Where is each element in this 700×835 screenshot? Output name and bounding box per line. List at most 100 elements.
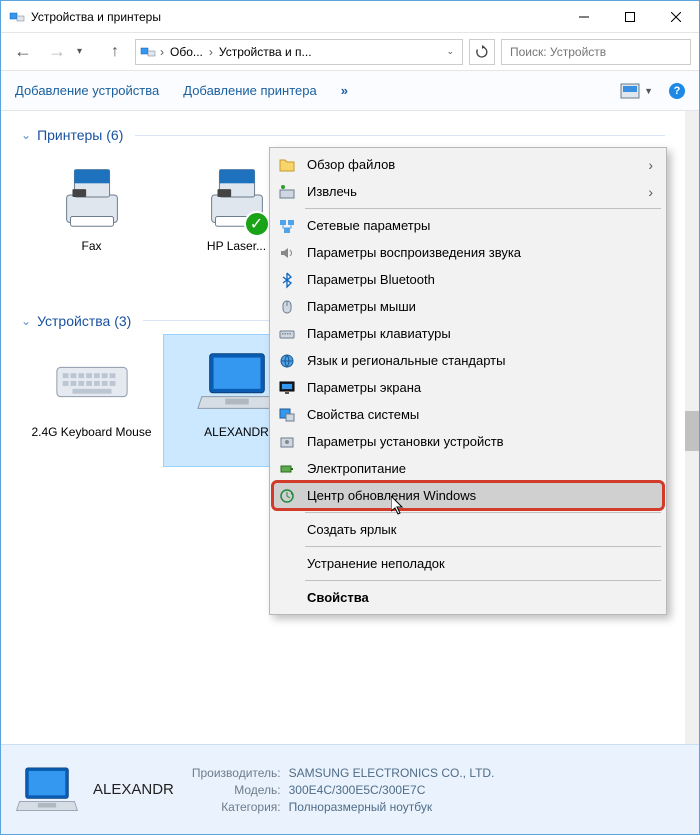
network-icon xyxy=(277,216,297,236)
context-menu-item[interactable]: Свойства xyxy=(273,584,663,611)
details-val-manufacturer: SAMSUNG ELECTRONICS CO., LTD. xyxy=(289,766,495,780)
vertical-scrollbar[interactable] xyxy=(685,111,699,744)
context-menu-item[interactable]: Извлечь › xyxy=(273,178,663,205)
context-menu-separator xyxy=(305,546,661,547)
folder-icon xyxy=(277,155,297,175)
context-menu-item-label: Параметры воспроизведения звука xyxy=(307,245,521,260)
context-menu-item[interactable]: Свойства системы xyxy=(273,401,663,428)
context-menu-item[interactable]: Язык и региональные стандарты xyxy=(273,347,663,374)
region-icon xyxy=(277,351,297,371)
blank-icon xyxy=(277,588,297,608)
keyboard-icon xyxy=(51,345,133,419)
context-menu-item-label: Параметры Bluetooth xyxy=(307,272,435,287)
context-menu-item[interactable]: Параметры экрана xyxy=(273,374,663,401)
nav-up-button[interactable]: ↑ xyxy=(101,38,129,66)
context-menu-item-label: Свойства xyxy=(307,590,369,605)
default-check-badge: ✓ xyxy=(244,211,270,237)
laptop-icon xyxy=(15,760,79,820)
breadcrumb-dropdown[interactable]: ⌄ xyxy=(442,46,458,57)
chevron-down-icon: ⌄ xyxy=(21,314,31,328)
submenu-arrow-icon: › xyxy=(648,184,653,200)
context-menu-item[interactable]: Создать ярлык xyxy=(273,516,663,543)
context-menu-item-label: Извлечь xyxy=(307,184,357,199)
group-title-devices: Устройства (3) xyxy=(37,313,131,329)
blank-icon xyxy=(277,520,297,540)
item-label: Fax xyxy=(81,239,101,255)
context-menu-item[interactable]: Параметры установки устройств xyxy=(273,428,663,455)
add-device-command[interactable]: Добавление устройства xyxy=(15,83,159,98)
context-menu-item[interactable]: Обзор файлов › xyxy=(273,151,663,178)
context-menu-item[interactable]: Параметры Bluetooth xyxy=(273,266,663,293)
context-menu-item-label: Электропитание xyxy=(307,461,406,476)
sound-icon xyxy=(277,243,297,263)
add-printer-command[interactable]: Добавление принтера xyxy=(183,83,316,98)
laptop-icon xyxy=(196,345,278,419)
details-pane: ALEXANDR Производитель: SAMSUNG ELECTRON… xyxy=(1,744,699,834)
minimize-button[interactable] xyxy=(561,1,607,32)
chevron-down-icon: ⌄ xyxy=(21,128,31,142)
titlebar: Устройства и принтеры xyxy=(1,1,699,33)
context-menu-item[interactable]: Параметры клавиатуры xyxy=(273,320,663,347)
window: Устройства и принтеры ← → ▾ ↑ › Обо... ›… xyxy=(0,0,700,835)
context-menu-item[interactable]: Сетевые параметры xyxy=(273,212,663,239)
context-menu-item-label: Устранение неполадок xyxy=(307,556,445,571)
details-name: ALEXANDR xyxy=(93,781,174,798)
printer-item-fax[interactable]: Fax xyxy=(19,149,164,287)
display-icon xyxy=(277,378,297,398)
context-menu-item-label: Параметры установки устройств xyxy=(307,434,504,449)
context-menu-item-label: Создать ярлык xyxy=(307,522,396,537)
context-menu-item[interactable]: Центр обновления Windows xyxy=(273,482,663,509)
details-key-manufacturer: Производитель: xyxy=(192,766,281,780)
blank-icon xyxy=(277,554,297,574)
keyboard-icon xyxy=(277,324,297,344)
context-menu-item-label: Параметры мыши xyxy=(307,299,416,314)
search-box[interactable] xyxy=(501,39,691,65)
window-title: Устройства и принтеры xyxy=(31,10,561,24)
breadcrumb-crumb-1[interactable]: Обо... xyxy=(168,45,205,59)
power-icon xyxy=(277,459,297,479)
device-setup-icon xyxy=(277,432,297,452)
maximize-button[interactable] xyxy=(607,1,653,32)
eject-icon xyxy=(277,182,297,202)
details-val-model: 300E4C/300E5C/300E7C xyxy=(289,783,495,797)
details-val-category: Полноразмерный ноутбук xyxy=(289,800,495,814)
item-label: HP Laser... xyxy=(207,239,266,255)
context-menu-item[interactable]: Параметры воспроизведения звука xyxy=(273,239,663,266)
view-options-button[interactable]: ▼ xyxy=(620,83,653,99)
context-menu-item-label: Центр обновления Windows xyxy=(307,488,476,503)
close-button[interactable] xyxy=(653,1,699,32)
device-item-keyboard[interactable]: 2.4G Keyboard Mouse xyxy=(19,335,164,466)
bluetooth-icon xyxy=(277,270,297,290)
context-menu-item[interactable]: Параметры мыши xyxy=(273,293,663,320)
context-menu-separator xyxy=(305,512,661,513)
refresh-button[interactable] xyxy=(469,39,495,65)
context-menu-item-label: Язык и региональные стандарты xyxy=(307,353,505,368)
system-icon xyxy=(277,405,297,425)
breadcrumb-crumb-2[interactable]: Устройства и п... xyxy=(217,45,314,59)
devices-printers-icon xyxy=(9,9,25,25)
breadcrumb[interactable]: › Обо... › Устройства и п... ⌄ xyxy=(135,39,463,65)
nav-history-button[interactable]: ▾ xyxy=(77,46,95,57)
context-menu: Обзор файлов › Извлечь › Сетевые параметры Па… xyxy=(269,147,667,615)
context-menu-item-label: Параметры клавиатуры xyxy=(307,326,451,341)
context-menu-item-label: Обзор файлов xyxy=(307,157,395,172)
context-menu-item-label: Сетевые параметры xyxy=(307,218,430,233)
group-header-printers[interactable]: ⌄ Принтеры (6) xyxy=(1,117,685,149)
submenu-arrow-icon: › xyxy=(648,157,653,173)
group-title-printers: Принтеры (6) xyxy=(37,127,123,143)
context-menu-item[interactable]: Электропитание xyxy=(273,455,663,482)
help-button[interactable]: ? xyxy=(669,83,685,99)
overflow-command[interactable]: » xyxy=(341,83,348,98)
address-bar: ← → ▾ ↑ › Обо... › Устройства и п... ⌄ xyxy=(1,33,699,71)
command-bar: Добавление устройства Добавление принтер… xyxy=(1,71,699,111)
printer-icon: ✓ xyxy=(196,159,278,233)
search-input[interactable] xyxy=(508,44,684,60)
context-menu-item[interactable]: Устранение неполадок xyxy=(273,550,663,577)
context-menu-separator xyxy=(305,580,661,581)
nav-forward-button[interactable]: → xyxy=(43,38,71,66)
printer-icon xyxy=(51,159,133,233)
nav-back-button[interactable]: ← xyxy=(9,38,37,66)
details-key-category: Категория: xyxy=(192,800,281,814)
context-menu-separator xyxy=(305,208,661,209)
context-menu-item-label: Параметры экрана xyxy=(307,380,421,395)
